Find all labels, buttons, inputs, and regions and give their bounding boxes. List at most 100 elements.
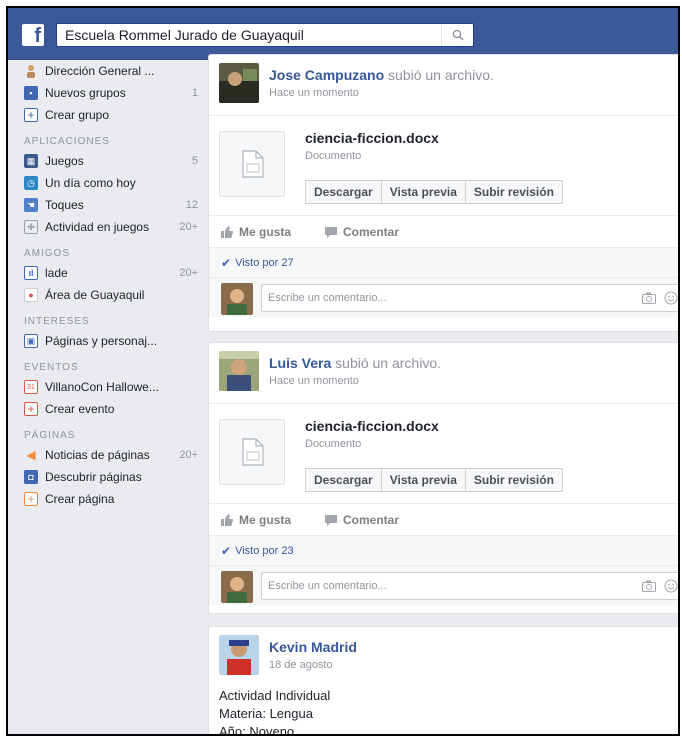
sidebar-item-villanocon[interactable]: 31 VillanoCon Hallowe... (24, 376, 208, 398)
file-actions: Descargar Vista previa Subir revisión (305, 468, 563, 492)
camera-icon[interactable] (642, 292, 656, 304)
post-author-link[interactable]: Kevin Madrid (269, 639, 357, 655)
avatar[interactable] (219, 635, 259, 675)
comment-icon (325, 226, 338, 238)
section-header-friends: AMIGOS (24, 248, 71, 259)
post-actions-bar: Me gusta Comentar (209, 215, 678, 247)
avatar[interactable] (219, 63, 259, 103)
sidebar-item-area-guayaquil[interactable]: ● Área de Guayaquil (24, 284, 208, 306)
poke-icon: ☚ (24, 198, 38, 212)
document-icon[interactable] (219, 131, 285, 197)
feed-post: Luis Vera subió un archivo. Hace un mome… (208, 342, 678, 614)
comment-input[interactable] (262, 573, 622, 599)
section-header-apps: APLICACIONES (24, 136, 110, 147)
post-author-link[interactable]: Jose Campuzano (269, 67, 384, 83)
calendar-icon: 31 (24, 380, 38, 394)
like-button[interactable]: Me gusta (221, 513, 291, 527)
post-action-text: subió un archivo. (335, 355, 441, 371)
checkmark-icon: ✔ (221, 543, 232, 558)
download-button[interactable]: Descargar (305, 468, 382, 492)
emoji-icon[interactable] (664, 291, 678, 305)
file-type-label: Documento (305, 438, 362, 450)
pages-icon: ▣ (24, 334, 38, 348)
clock-icon: ◷ (24, 176, 38, 190)
plus-icon: + (24, 108, 38, 122)
feed-post: Jose Campuzano subió un archivo. Hace un… (208, 54, 678, 332)
comment-button[interactable]: Comentar (325, 513, 399, 527)
comment-button[interactable]: Comentar (325, 225, 399, 239)
left-sidebar: Dirección General ... ▪ Nuevos grupos 1 … (8, 60, 208, 734)
search-icon (452, 29, 464, 41)
post-timestamp[interactable]: Hace un momento (269, 87, 359, 99)
search-box (56, 23, 474, 47)
post-text-line: Materia: Lengua (219, 706, 313, 721)
section-header-interests: INTERESES (24, 316, 90, 327)
document-icon[interactable] (219, 419, 285, 485)
seen-by[interactable]: ✔ Visto por 23 (209, 535, 678, 565)
sidebar-item-toques[interactable]: ☚ Toques 12 (24, 194, 208, 216)
file-name-link[interactable]: ciencia-ficcion.docx (305, 418, 439, 434)
sidebar-item-un-dia[interactable]: ◷ Un día como hoy (24, 172, 208, 194)
sidebar-item-direccion[interactable]: Dirección General ... (24, 60, 208, 82)
facebook-logo-icon[interactable]: f (22, 24, 44, 46)
post-author-link[interactable]: Luis Vera (269, 355, 331, 371)
count-badge: 5 (191, 155, 198, 167)
count-badge: 1 (191, 87, 198, 99)
sidebar-item-paginas-personajes[interactable]: ▣ Páginas y personaj... (24, 330, 208, 352)
post-text-line: Año: Noveno (219, 724, 295, 736)
sidebar-item-crear-grupo[interactable]: + Crear grupo (24, 104, 208, 126)
browser-frame: f Dirección General ... ▪ Nuevos grupos … (6, 6, 680, 736)
file-type-label: Documento (305, 150, 362, 162)
search-button[interactable] (441, 24, 473, 46)
post-timestamp[interactable]: Hace un momento (269, 375, 359, 387)
thumbs-up-icon (221, 513, 233, 526)
post-action-text: subió un archivo. (388, 67, 494, 83)
emoji-icon[interactable] (664, 579, 678, 593)
sidebar-item-descubrir-paginas[interactable]: ◘ Descubrir páginas (24, 466, 208, 488)
search-input[interactable] (57, 24, 437, 46)
preview-button[interactable]: Vista previa (381, 468, 466, 492)
post-header: Jose Campuzano subió un archivo. Hace un… (209, 55, 678, 115)
sidebar-item-crear-evento[interactable]: + Crear evento (24, 398, 208, 420)
preview-button[interactable]: Vista previa (381, 180, 466, 204)
upload-revision-button[interactable]: Subir revisión (465, 468, 563, 492)
comment-input[interactable] (262, 285, 622, 311)
news-feed: Jose Campuzano subió un archivo. Hace un… (208, 54, 678, 736)
avatar (221, 283, 253, 315)
count-badge: 20+ (179, 449, 198, 461)
feed-post: Kevin Madrid 18 de agosto Actividad Indi… (208, 626, 678, 736)
plus-icon: + (24, 402, 38, 416)
count-badge: 20+ (179, 267, 198, 279)
sidebar-item-juegos[interactable]: ▦ Juegos 5 (24, 150, 208, 172)
friends-icon: ıl (24, 266, 38, 280)
file-attachment: ciencia-ficcion.docx Documento Descargar… (209, 403, 678, 503)
camera-icon[interactable] (642, 580, 656, 592)
games-icon: ▦ (24, 154, 38, 168)
seen-by[interactable]: ✔ Visto por 27 (209, 247, 678, 277)
sidebar-item-nuevos-grupos[interactable]: ▪ Nuevos grupos 1 (24, 82, 208, 104)
comment-composer (209, 277, 678, 317)
post-text-line: Actividad Individual (219, 688, 331, 703)
megaphone-icon: ◀ (26, 448, 36, 462)
sidebar-item-crear-pagina[interactable]: + Crear página (24, 488, 208, 510)
avatar[interactable] (219, 351, 259, 391)
comment-field (261, 572, 678, 600)
sidebar-item-lade[interactable]: ıl lade 20+ (24, 262, 208, 284)
sidebar-item-actividad-juegos[interactable]: ✚ Actividad en juegos 20+ (24, 216, 208, 238)
avatar (221, 571, 253, 603)
post-timestamp[interactable]: 18 de agosto (269, 659, 333, 671)
count-badge: 20+ (179, 221, 198, 233)
upload-revision-button[interactable]: Subir revisión (465, 180, 563, 204)
file-name-link[interactable]: ciencia-ficcion.docx (305, 130, 439, 146)
comment-icon (325, 514, 338, 526)
person-icon (24, 64, 38, 78)
like-button[interactable]: Me gusta (221, 225, 291, 239)
download-button[interactable]: Descargar (305, 180, 382, 204)
count-badge: 12 (185, 199, 198, 211)
section-header-pages: PÁGINAS (24, 430, 76, 441)
post-header: Luis Vera subió un archivo. Hace un mome… (209, 343, 678, 403)
post-header: Kevin Madrid 18 de agosto (209, 627, 678, 687)
sidebar-item-noticias-paginas[interactable]: ◀ Noticias de páginas 20+ (24, 444, 208, 466)
groups-icon: ▪ (24, 86, 38, 100)
section-header-events: EVENTOS (24, 362, 79, 373)
